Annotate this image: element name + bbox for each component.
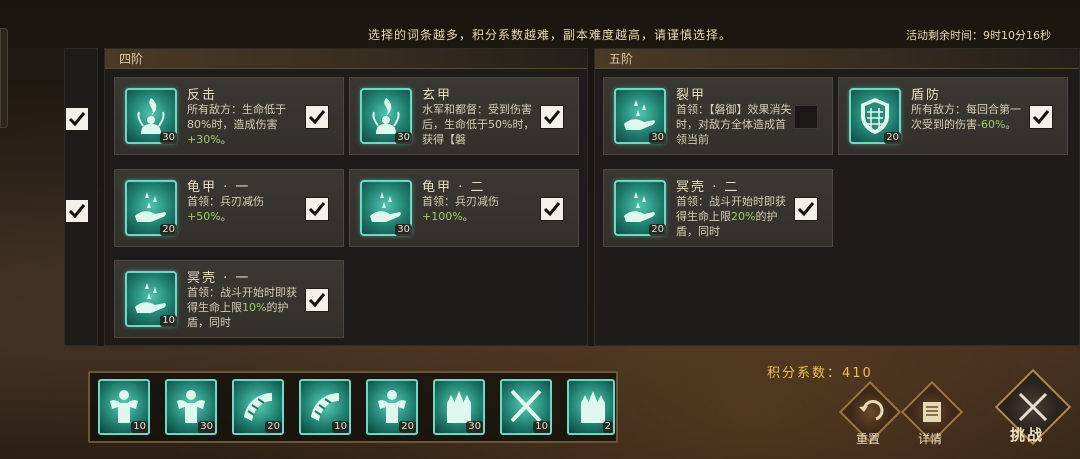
modifier-title: 玄甲 [422, 88, 453, 103]
unit-level: 2 [602, 421, 613, 433]
flame-figure-icon: 30 [125, 88, 177, 144]
modifier-title: 冥壳 · 二 [676, 180, 740, 195]
modifier-checkbox[interactable] [540, 197, 564, 221]
modifier-checkbox[interactable] [794, 105, 818, 129]
modifier-checkbox[interactable] [794, 197, 818, 221]
unit-level: 20 [399, 421, 416, 433]
modifier-checkbox[interactable] [1029, 105, 1053, 129]
description-suffix: 。 [1005, 118, 1017, 131]
challenge-label: 挑战 [1010, 426, 1045, 444]
modifier-description: 所有敌方：生命低于80%时，造成伤害 +30%。 [187, 102, 307, 149]
modifier-card[interactable]: 30 裂甲 首领：【磐御】效果消失时，对敌方全体造成首领当前 [603, 77, 833, 155]
modifier-card[interactable]: 30 玄甲 水军和都督：受到伤害后，生命低于50%时，获得【磐 [349, 77, 579, 155]
modifier-card[interactable]: 30 反击 所有敌方：生命低于80%时，造成伤害 +30%。 [114, 77, 344, 155]
modifier-description: 水军和都督：受到伤害后，生命低于50%时，获得【磐 [422, 102, 542, 149]
left-edge-handle[interactable] [0, 28, 8, 128]
modifier-description: 首领：兵刃减伤 +50%。 [187, 194, 307, 241]
description-value: 10% [242, 301, 267, 314]
undo-icon [859, 400, 884, 421]
description-text: 首领：【磐御】效果消失时，对敌方全体造成首领当前 [676, 103, 792, 146]
description-suffix: 。 [462, 210, 474, 223]
modifier-card[interactable]: 10 冥壳 · 一 首领：战斗开始时即获得生命上限10%的护盾，同时 [114, 260, 344, 338]
modifier-level: 20 [649, 224, 666, 236]
previous-tier-column-partial [64, 48, 98, 346]
enemy-unit-slot[interactable]: 20 [232, 379, 284, 435]
score-value: 410 [842, 366, 873, 381]
modifier-card[interactable]: 20 冥壳 · 二 首领：战斗开始时即获得生命上限20%的护盾，同时 [603, 169, 833, 247]
modifier-description: 首领：战斗开始时即获得生命上限20%的护盾，同时 [676, 194, 796, 241]
modifier-description: 首领：【磐御】效果消失时，对敌方全体造成首领当前 [676, 102, 796, 149]
details-button[interactable] [900, 380, 964, 444]
water-hand-icon: 20 [125, 180, 177, 236]
modifier-title: 龟甲 · 二 [422, 180, 486, 195]
water-hand-icon: 30 [614, 88, 666, 144]
water-hand-icon: 30 [360, 180, 412, 236]
modifier-checkbox[interactable] [305, 197, 329, 221]
description-value: +50% [187, 210, 221, 223]
modifier-checkbox[interactable] [305, 105, 329, 129]
modifier-level: 20 [884, 132, 901, 144]
unit-level: 10 [533, 421, 550, 433]
enemy-unit-slot[interactable]: 30 [165, 379, 217, 435]
score-coefficient: 积分系数：410 [767, 362, 873, 381]
modifier-card[interactable]: 20 盾防 所有敌方：每回合第一次受到的伤害-60%。 [838, 77, 1068, 155]
modifier-level: 30 [649, 132, 666, 144]
description-value: -60% [977, 118, 1006, 131]
modifier-card[interactable]: 20 龟甲 · 一 首领：兵刃减伤 +50%。 [114, 169, 344, 247]
modifier-level: 10 [160, 315, 177, 327]
unit-level: 10 [332, 421, 349, 433]
modifier-card[interactable]: 30 龟甲 · 二 首领：兵刃减伤 +100%。 [349, 169, 579, 247]
description-suffix: 。 [220, 133, 232, 146]
enemy-unit-slot[interactable]: 30 [433, 379, 485, 435]
modifier-checkbox[interactable] [540, 105, 564, 129]
enemy-unit-slot[interactable]: 10 [299, 379, 351, 435]
description-value: +100% [422, 210, 463, 223]
enemy-unit-slot[interactable]: 10 [98, 379, 150, 435]
shield-icon: 20 [849, 88, 901, 144]
description-value: +30% [187, 133, 221, 146]
details-label: 详情 [918, 432, 943, 446]
modifier-level: 30 [160, 132, 177, 144]
unit-level: 10 [131, 421, 148, 433]
tier-5-header: 五阶 [595, 49, 1079, 69]
modifier-checkbox[interactable] [305, 288, 329, 312]
modifier-title: 反击 [187, 88, 218, 103]
modifier-title: 冥壳 · 一 [187, 271, 251, 286]
description-text: 首领：兵刃减伤 [422, 195, 499, 208]
modifier-title: 盾防 [911, 88, 942, 103]
scroll-icon [923, 402, 941, 422]
enemy-unit-slot[interactable]: 10 [500, 379, 552, 435]
unit-level: 30 [198, 421, 215, 433]
modifier-description: 首领：兵刃减伤 +100%。 [422, 194, 542, 241]
score-label: 积分系数： [767, 366, 843, 381]
modifier-level: 30 [395, 224, 412, 236]
modifier-title: 裂甲 [676, 88, 707, 103]
modifier-level: 20 [160, 224, 177, 236]
description-value: 20% [731, 210, 756, 223]
modifier-description: 所有敌方：每回合第一次受到的伤害-60%。 [911, 102, 1031, 149]
selection-warning-note: 选择的词条越多，积分系数越难，副本难度越高，请谨慎选择。 [368, 28, 733, 42]
enemy-unit-slot[interactable]: 20 [366, 379, 418, 435]
water-hand-icon: 10 [125, 271, 177, 327]
reset-label: 重置 [856, 432, 881, 446]
description-suffix: 。 [220, 210, 232, 223]
event-time-remaining: 活动剩余时间：9时10分16秒 [906, 29, 1051, 42]
description-text: 水军和都督：受到伤害后，生命低于50%时，获得【磐 [422, 103, 535, 146]
description-text: 首领：兵刃减伤 [187, 195, 264, 208]
unit-level: 30 [466, 421, 483, 433]
water-hand-icon: 20 [614, 180, 666, 236]
flame-figure-icon: 30 [360, 88, 412, 144]
modifier-description: 首领：战斗开始时即获得生命上限10%的护盾，同时 [187, 285, 307, 332]
modifier-level: 30 [395, 132, 412, 144]
modifier-title: 龟甲 · 一 [187, 180, 251, 195]
description-text: 所有敌方：生命低于80%时，造成伤害 [187, 103, 286, 131]
reset-button[interactable] [838, 380, 902, 444]
tier-4-header: 四阶 [105, 49, 587, 69]
enemy-unit-slot[interactable]: 2 [567, 379, 615, 435]
unit-level: 20 [265, 421, 282, 433]
